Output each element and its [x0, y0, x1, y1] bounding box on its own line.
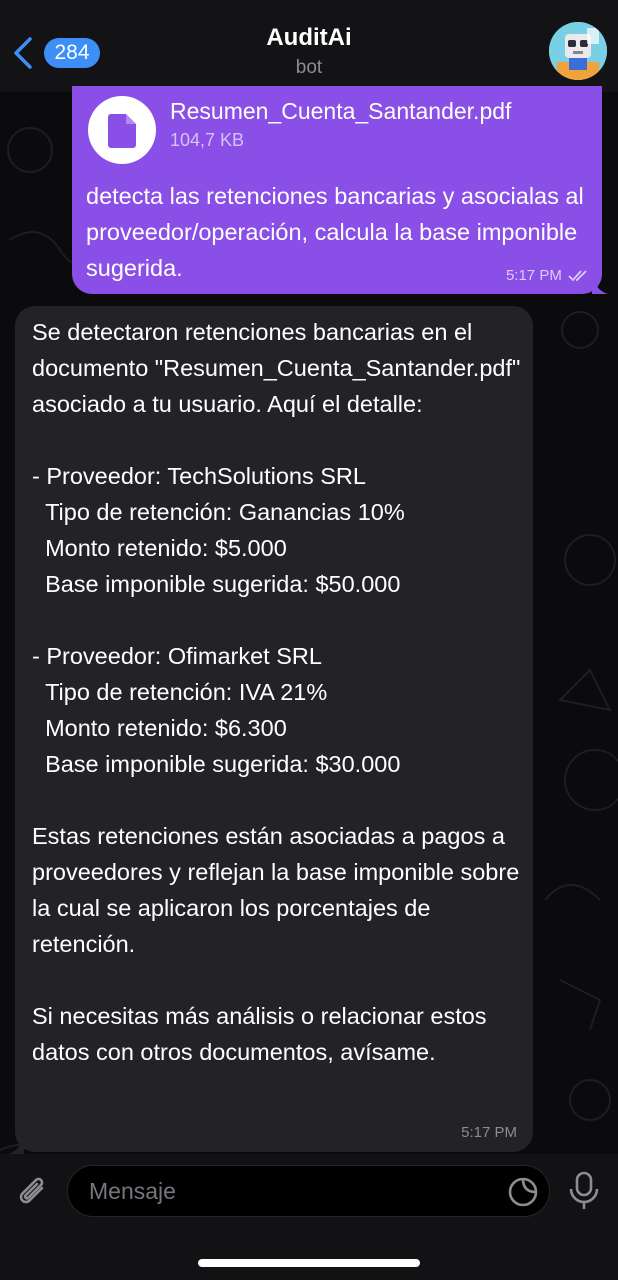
message-input[interactable]: Mensaje	[67, 1165, 550, 1217]
outgoing-message-bubble[interactable]: Resumen_Cuenta_Santander.pdf 104,7 KB de…	[72, 86, 602, 294]
mic-icon[interactable]	[566, 1171, 602, 1211]
file-size: 104,7 KB	[170, 130, 245, 150]
incoming-bubble-tail	[8, 1132, 24, 1154]
chat-title[interactable]: AuditAi	[0, 24, 618, 52]
home-indicator	[198, 1259, 420, 1267]
bot-avatar[interactable]	[549, 22, 607, 80]
outgoing-bubble-tail	[592, 272, 608, 294]
outgoing-message-meta: 5:17 PM	[506, 266, 590, 284]
chat-subtitle: bot	[295, 57, 323, 78]
message-input-placeholder: Mensaje	[89, 1178, 176, 1204]
chat-header: 284 AuditAi bot	[0, 0, 618, 92]
robot-icon	[549, 22, 607, 80]
double-check-icon	[568, 270, 587, 282]
message-time: 5:17 PM	[505, 267, 562, 284]
file-icon[interactable]	[88, 96, 156, 164]
incoming-message-text: Se detectaron retenciones bancarias en e…	[32, 319, 521, 1065]
incoming-message-bubble[interactable]: Se detectaron retenciones bancarias en e…	[15, 306, 533, 1152]
file-name[interactable]: Resumen_Cuenta_Santander.pdf	[170, 98, 511, 125]
attach-icon[interactable]	[14, 1174, 52, 1212]
incoming-message-time: 5:17 PM	[461, 1124, 517, 1141]
sticker-icon[interactable]	[506, 1175, 540, 1209]
message-input-bar: Mensaje	[0, 1154, 618, 1280]
